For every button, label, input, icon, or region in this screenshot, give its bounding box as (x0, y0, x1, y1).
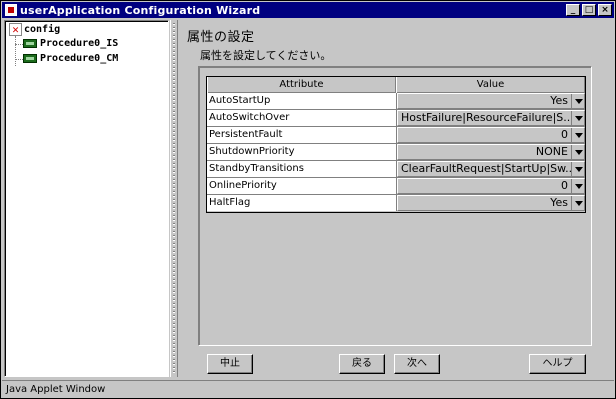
procedure-icon (23, 39, 37, 48)
value-text: Yes (550, 94, 568, 107)
page-title: 属性の設定 (187, 30, 255, 45)
back-button[interactable]: 戻る (339, 354, 385, 374)
config-tree[interactable]: ✕ config Procedure0_IS Procedure0_CM (4, 20, 169, 377)
attribute-cell[interactable]: ShutdownPriority (207, 144, 397, 160)
chevron-down-icon[interactable] (571, 196, 584, 210)
page-subtitle: 属性を設定してください。 (200, 49, 332, 62)
value-text: HostFailure|ResourceFailure|S... (401, 111, 571, 124)
value-combobox[interactable]: 0 (397, 178, 585, 194)
value-text: ClearFaultRequest|StartUp|Sw... (401, 162, 571, 175)
wizard-window: userApplication Configuration Wizard _ □… (0, 0, 616, 399)
next-button[interactable]: 次へ (394, 354, 440, 374)
value-combobox[interactable]: HostFailure|ResourceFailure|S... (397, 110, 585, 126)
chevron-down-icon[interactable] (571, 128, 584, 142)
help-button[interactable]: ヘルプ (529, 354, 586, 374)
chevron-down-icon[interactable] (571, 94, 584, 108)
table-row: HaltFlag Yes (207, 195, 585, 212)
value-combobox[interactable]: 0 (397, 127, 585, 143)
tree-node-config[interactable]: ✕ config (9, 23, 60, 36)
value-combobox[interactable]: ClearFaultRequest|StartUp|Sw... (397, 161, 585, 177)
title-bar[interactable]: userApplication Configuration Wizard _ □… (2, 2, 614, 18)
chevron-down-icon[interactable] (571, 179, 584, 193)
chevron-down-icon[interactable] (571, 162, 584, 176)
column-header-value[interactable]: Value (396, 77, 585, 93)
cancel-button[interactable]: 中止 (207, 354, 253, 374)
procedure-icon (23, 54, 37, 63)
table-row: AutoSwitchOver HostFailure|ResourceFailu… (207, 110, 585, 127)
tree-connector (15, 59, 23, 60)
tree-node-procedure-is[interactable]: Procedure0_IS (23, 38, 118, 49)
app-icon (5, 4, 17, 16)
tree-node-label: Procedure0_CM (40, 53, 119, 64)
window-title: userApplication Configuration Wizard (20, 3, 261, 17)
tree-connector (15, 36, 16, 66)
status-bar: Java Applet Window (2, 380, 614, 398)
close-button[interactable]: × (598, 4, 612, 16)
error-x-icon: ✕ (9, 23, 22, 36)
table-row: ShutdownPriority NONE (207, 144, 585, 161)
tree-node-procedure-cm[interactable]: Procedure0_CM (23, 53, 118, 64)
value-text: Yes (550, 196, 568, 209)
chevron-down-icon[interactable] (571, 111, 584, 125)
tree-connector (15, 44, 23, 45)
value-combobox[interactable]: Yes (397, 195, 585, 211)
attribute-cell[interactable]: HaltFlag (207, 195, 397, 211)
value-text: NONE (535, 145, 568, 158)
value-text: 0 (561, 128, 568, 141)
value-text: 0 (561, 179, 568, 192)
column-header-attribute[interactable]: Attribute (207, 77, 396, 93)
minimize-button[interactable]: _ (566, 4, 580, 16)
divider-grip-icon (173, 23, 175, 374)
attribute-cell[interactable]: OnlinePriority (207, 178, 397, 194)
table-row: StandbyTransitions ClearFaultRequest|Sta… (207, 161, 585, 178)
table-row: PersistentFault 0 (207, 127, 585, 144)
value-combobox[interactable]: Yes (397, 93, 585, 109)
tree-node-label: config (24, 24, 61, 35)
maximize-button[interactable]: □ (582, 4, 596, 16)
attribute-table: Attribute Value AutoStartUp Yes AutoSwit… (206, 76, 586, 213)
chevron-down-icon[interactable] (571, 145, 584, 159)
table-row: OnlinePriority 0 (207, 178, 585, 195)
attribute-cell[interactable]: PersistentFault (207, 127, 397, 143)
value-combobox[interactable]: NONE (397, 144, 585, 160)
tree-node-label: Procedure0_IS (40, 38, 119, 49)
attribute-cell[interactable]: StandbyTransitions (207, 161, 397, 177)
table-header: Attribute Value (207, 77, 585, 93)
table-row: AutoStartUp Yes (207, 93, 585, 110)
attribute-cell[interactable]: AutoSwitchOver (207, 110, 397, 126)
attribute-cell[interactable]: AutoStartUp (207, 93, 397, 109)
